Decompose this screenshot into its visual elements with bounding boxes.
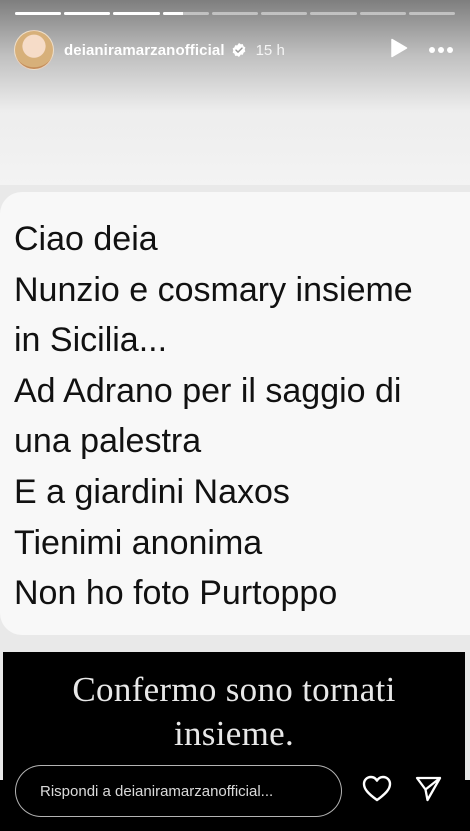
username[interactable]: deianiramarzanofficial bbox=[64, 42, 225, 59]
message-line: E a giardini Naxos bbox=[14, 472, 290, 511]
story-caption: Confermo sono tornati insieme. bbox=[3, 668, 465, 756]
header-gradient bbox=[0, 0, 470, 185]
message-line: una palestra bbox=[14, 422, 202, 461]
story-progress-segment bbox=[359, 12, 406, 15]
progress-fill bbox=[162, 12, 184, 15]
heart-icon bbox=[362, 775, 392, 807]
story-progress-segment bbox=[211, 12, 259, 15]
message-text: Ciao deia Nunzio e cosmary insieme in Sici… bbox=[14, 214, 470, 619]
send-icon bbox=[414, 775, 442, 808]
message-line: in Sicilia... bbox=[14, 321, 168, 360]
reply-placeholder: Rispondi a deianiramarzanofficial... bbox=[40, 782, 274, 800]
message-line: Ciao deia bbox=[14, 220, 158, 258]
story-progress-segment bbox=[408, 12, 455, 15]
avatar[interactable] bbox=[14, 30, 54, 70]
play-button[interactable] bbox=[384, 35, 414, 65]
like-button[interactable] bbox=[360, 775, 394, 807]
story-viewer[interactable]: deianiramarzanofficial 15 h Ciao deia Nun… bbox=[0, 0, 470, 831]
play-icon bbox=[390, 38, 408, 63]
story-progress-segment bbox=[310, 12, 357, 15]
story-progress-segment bbox=[113, 12, 160, 15]
progress-fill bbox=[113, 12, 160, 15]
message-line: Nunzio e cosmary insieme bbox=[14, 270, 413, 309]
verified-badge-icon bbox=[231, 42, 247, 58]
reply-input[interactable]: Rispondi a deianiramarzanofficial... bbox=[15, 765, 342, 817]
story-progress-segment bbox=[64, 12, 111, 15]
more-options-button[interactable] bbox=[426, 35, 456, 65]
story-progress-segment bbox=[15, 12, 62, 15]
more-icon bbox=[428, 41, 454, 59]
caption-line: Confermo sono tornati bbox=[72, 670, 396, 709]
story-progress-bar bbox=[15, 12, 455, 15]
progress-fill bbox=[15, 12, 62, 15]
story-header: deianiramarzanofficial 15 h bbox=[14, 30, 456, 70]
message-line: Ad Adrano per il saggio di bbox=[14, 371, 402, 410]
message-line: Tienimi anonima bbox=[14, 523, 263, 562]
message-line: Non ho foto Purtoppo bbox=[14, 574, 338, 613]
story-progress-segment bbox=[261, 12, 308, 15]
share-button[interactable] bbox=[412, 775, 444, 807]
timestamp: 15 h bbox=[255, 41, 285, 59]
progress-fill bbox=[64, 12, 111, 15]
story-progress-segment bbox=[162, 12, 209, 15]
caption-line: insieme. bbox=[173, 714, 294, 753]
